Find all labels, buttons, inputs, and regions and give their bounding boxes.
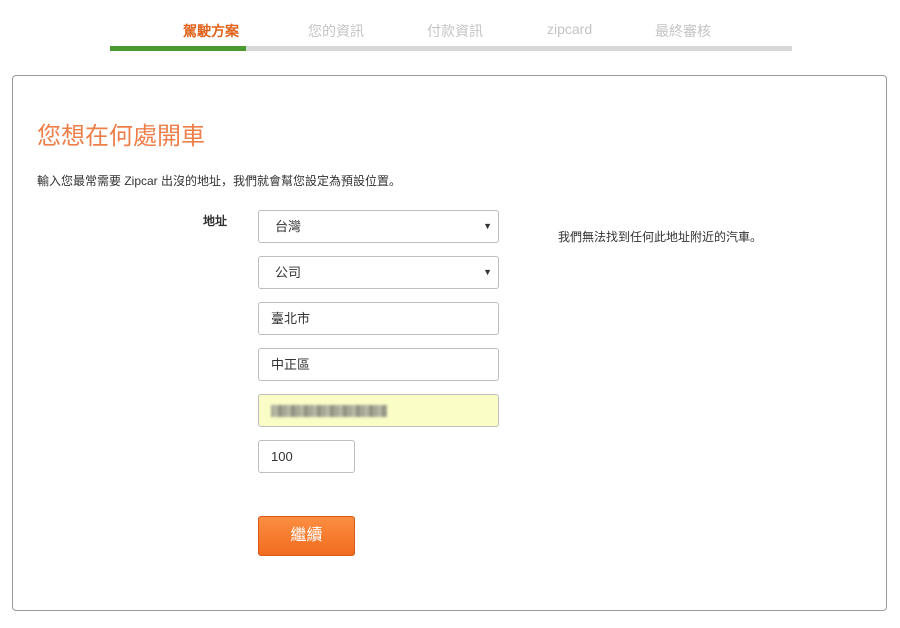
city-input-value: 臺北市 xyxy=(271,311,311,326)
intro-text: 輸入您最常需要 Zipcar 出沒的地址，我們就會幫您設定為預設位置。 xyxy=(37,174,402,188)
district-input[interactable]: 中正區 xyxy=(258,348,499,381)
address-type-select-value: 公司 xyxy=(275,265,302,280)
step-payment-info: 付款資訊 xyxy=(427,23,483,39)
continue-button[interactable]: 繼續 xyxy=(258,516,355,556)
postal-code-input[interactable]: 100 xyxy=(258,440,355,473)
redacted-street-address xyxy=(271,405,387,417)
step-your-info: 您的資訊 xyxy=(308,23,364,39)
caret-down-icon: ▼ xyxy=(483,221,492,231)
no-cars-notice: 我們無法找到任何此地址附近的汽車。 xyxy=(558,230,763,244)
country-select-value: 台灣 xyxy=(275,219,302,234)
step-final-review: 最終審核 xyxy=(655,23,711,39)
step-zipcard: zipcard xyxy=(547,21,593,37)
page-title: 您想在何處開車 xyxy=(37,122,205,150)
country-select[interactable]: 台灣 ▼ xyxy=(258,210,499,243)
city-input[interactable]: 臺北市 xyxy=(258,302,499,335)
caret-down-icon: ▼ xyxy=(483,267,492,277)
progress-bar xyxy=(110,46,792,51)
postal-code-value: 100 xyxy=(271,449,293,464)
district-input-value: 中正區 xyxy=(271,357,311,372)
location-form-panel: 您想在何處開車 輸入您最常需要 Zipcar 出沒的地址，我們就會幫您設定為預設… xyxy=(12,75,887,611)
address-type-select[interactable]: 公司 ▼ xyxy=(258,256,499,289)
progress-steps: 駕駛方案 您的資訊 付款資訊 zipcard 最終審核 xyxy=(110,0,792,52)
address-label: 地址 xyxy=(203,214,228,228)
step-plan: 駕駛方案 xyxy=(183,23,239,39)
street-address-input[interactable] xyxy=(258,394,499,427)
progress-bar-fill xyxy=(110,46,247,51)
